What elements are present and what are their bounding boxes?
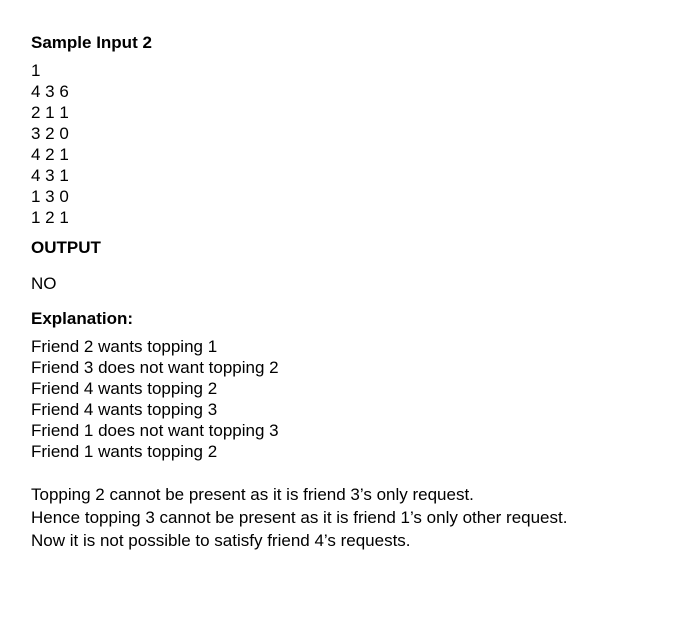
- sample-input-line: 1 2 1: [31, 208, 69, 227]
- explanation-reason-line: Now it is not possible to satisfy friend…: [31, 531, 411, 550]
- explanation-request-line: Friend 4 wants topping 3: [31, 400, 218, 419]
- explanation-heading: Explanation:: [31, 309, 134, 328]
- explanation-request-line: Friend 4 wants topping 2: [31, 379, 218, 398]
- sample-input-line: 1 3 0: [31, 187, 69, 206]
- explanation-request-line: Friend 2 wants topping 1: [31, 337, 218, 356]
- sample-input-line: 2 1 1: [31, 103, 69, 122]
- output-heading: OUTPUT: [31, 238, 101, 257]
- sample-input-line: 4 2 1: [31, 145, 69, 164]
- sample-input-heading: Sample Input 2: [31, 33, 152, 52]
- output-value: NO: [31, 274, 57, 293]
- sample-input-line: 4 3 1: [31, 166, 69, 185]
- explanation-reason-line: Topping 2 cannot be present as it is fri…: [31, 485, 474, 504]
- explanation-request-line: Friend 3 does not want topping 2: [31, 358, 279, 377]
- explanation-reasoning: Topping 2 cannot be present as it is fri…: [31, 483, 651, 552]
- explanation-requests: Friend 2 wants topping 1 Friend 3 does n…: [31, 336, 651, 462]
- sample-input-line: 1: [31, 61, 41, 80]
- sample-input-line: 3 2 0: [31, 124, 69, 143]
- document-page: Sample Input 2 1 4 3 6 2 1 1 3 2 0 4 2 1…: [31, 33, 651, 552]
- sample-input-block: 1 4 3 6 2 1 1 3 2 0 4 2 1 4 3 1 1 3 0 1 …: [31, 60, 651, 228]
- explanation-request-line: Friend 1 wants topping 2: [31, 442, 218, 461]
- sample-input-line: 4 3 6: [31, 82, 69, 101]
- explanation-reason-line: Hence topping 3 cannot be present as it …: [31, 508, 568, 527]
- explanation-request-line: Friend 1 does not want topping 3: [31, 421, 279, 440]
